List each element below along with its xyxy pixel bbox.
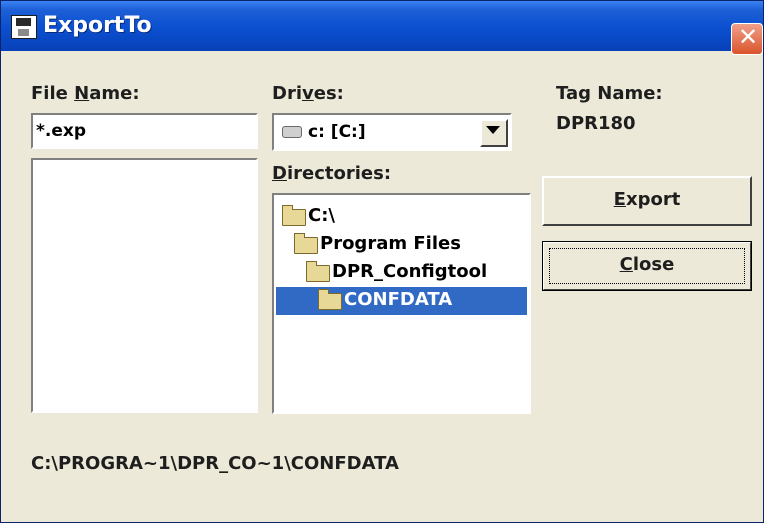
directories-list[interactable]: C:\ Program Files DPR_Configtool CONFDAT… (272, 193, 531, 414)
file-name-label: File Name: (31, 83, 140, 104)
open-folder-icon (282, 205, 306, 226)
drives-dropdown[interactable]: c: [C:] (272, 113, 512, 151)
directory-item[interactable]: Program Files (292, 231, 492, 259)
chevron-down-icon (486, 126, 500, 134)
close-button[interactable]: Close (542, 241, 752, 291)
dropdown-arrow-button[interactable] (480, 119, 508, 147)
drive-icon (282, 126, 302, 138)
directory-item[interactable]: C:\ (280, 203, 340, 231)
title-bar[interactable]: ExportTo (1, 1, 763, 51)
file-list[interactable] (31, 158, 258, 413)
open-folder-icon (294, 233, 318, 254)
open-folder-icon (306, 261, 330, 282)
drive-selected-value: c: [C:] (308, 122, 366, 142)
floppy-disk-icon (11, 15, 37, 39)
file-name-input[interactable]: *.exp (31, 113, 258, 149)
current-path: C:\PROGRA~1\DPR_CO~1\CONFDATA (31, 453, 399, 474)
export-button[interactable]: Export (542, 176, 752, 226)
window-title: ExportTo (43, 13, 152, 38)
tag-name-label: Tag Name: (556, 83, 663, 104)
close-icon: ✕ (738, 23, 759, 51)
directory-item[interactable]: DPR_Configtool (304, 259, 526, 287)
directory-item-selected[interactable]: CONFDATA (276, 287, 527, 315)
close-window-button[interactable]: ✕ (731, 23, 763, 55)
directories-label: Directories: (272, 163, 392, 184)
export-dialog: ExportTo ✕ File Name: *.exp Drives: c: [… (0, 0, 764, 523)
open-folder-icon (318, 289, 342, 310)
tag-name-value: DPR180 (556, 113, 636, 134)
drives-label: Drives: (272, 83, 344, 104)
